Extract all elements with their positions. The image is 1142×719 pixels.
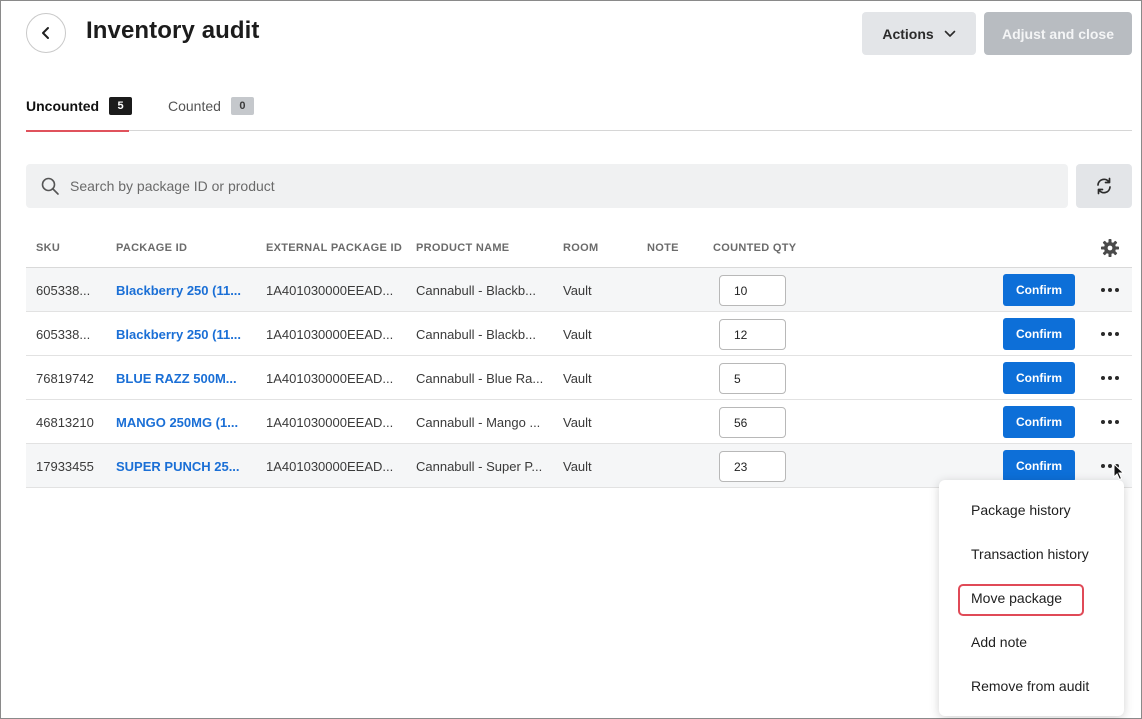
refresh-button[interactable] [1076, 164, 1132, 208]
chevron-down-icon [944, 30, 955, 37]
chevron-left-icon [42, 27, 49, 39]
package-id-link[interactable]: Blackberry 250 (11... [116, 268, 256, 312]
sku-cell: 46813210 [36, 414, 94, 430]
actions-button-label: Actions [882, 25, 934, 42]
search-input[interactable] [70, 178, 970, 194]
product-name-cell: Cannabull - Blackb... [416, 282, 536, 298]
counted-qty-input[interactable]: 56 [719, 407, 786, 438]
package-id-link[interactable]: Blackberry 250 (11... [116, 312, 256, 356]
refresh-icon [1097, 177, 1111, 195]
table-row: 76819742 BLUE RAZZ 500M... 1A401030000EE… [26, 356, 1132, 400]
room-cell: Vault [563, 370, 592, 386]
note-cell [647, 312, 707, 356]
audit-table: SKU PACKAGE ID EXTERNAL PACKAGE ID PRODU… [26, 228, 1132, 488]
tab-bar: Uncounted 5 Counted 0 [26, 81, 1132, 132]
page-title: Inventory audit [86, 17, 260, 44]
external-id-cell: 1A401030000EEAD... [266, 282, 394, 298]
mouse-cursor-icon [1113, 463, 1125, 481]
uncounted-count-badge: 5 [109, 97, 133, 115]
tab-counted[interactable]: Counted 0 [168, 81, 254, 131]
external-id-cell: 1A401030000EEAD... [266, 414, 394, 430]
counted-qty-input[interactable]: 5 [719, 363, 786, 394]
column-header-external-package-id: EXTERNAL PACKAGE ID [266, 242, 403, 254]
search-bar [26, 164, 1068, 208]
column-header-sku: SKU [36, 242, 61, 254]
confirm-button[interactable]: Confirm [1003, 362, 1075, 394]
more-options-icon[interactable] [1096, 280, 1124, 300]
room-cell: Vault [563, 326, 592, 342]
row-actions-menu: Package history Transaction history Move… [939, 480, 1124, 716]
table-row: 605338... Blackberry 250 (11... 1A401030… [26, 268, 1132, 312]
note-cell [647, 400, 707, 444]
column-header-room: ROOM [563, 242, 599, 254]
sku-cell: 76819742 [36, 370, 94, 386]
app-window: Inventory audit Actions Adjust and close… [0, 0, 1142, 719]
note-cell [647, 356, 707, 400]
menu-item-transaction-history[interactable]: Transaction history [971, 546, 1089, 562]
package-id-link[interactable]: MANGO 250MG (1... [116, 400, 256, 444]
menu-item-remove-from-audit[interactable]: Remove from audit [971, 678, 1089, 694]
counted-count-badge: 0 [230, 97, 254, 115]
tab-uncounted-label: Uncounted [26, 98, 100, 114]
package-id-link[interactable]: SUPER PUNCH 25... [116, 444, 256, 488]
column-header-note: NOTE [647, 242, 679, 254]
menu-item-package-history[interactable]: Package history [971, 502, 1071, 518]
back-button[interactable] [26, 13, 66, 53]
room-cell: Vault [563, 458, 592, 474]
product-name-cell: Cannabull - Blue Ra... [416, 370, 544, 386]
product-name-cell: Cannabull - Blackb... [416, 326, 536, 342]
counted-qty-input[interactable]: 12 [719, 319, 786, 350]
menu-item-add-note[interactable]: Add note [971, 634, 1027, 650]
sku-cell: 605338... [36, 282, 91, 298]
search-icon [41, 177, 59, 195]
column-header-package-id: PACKAGE ID [116, 242, 188, 254]
menu-item-move-package[interactable]: Move package [971, 590, 1062, 606]
package-id-link[interactable]: BLUE RAZZ 500M... [116, 356, 256, 400]
more-options-icon[interactable] [1096, 368, 1124, 388]
sku-cell: 605338... [36, 326, 91, 342]
room-cell: Vault [563, 414, 592, 430]
external-id-cell: 1A401030000EEAD... [266, 458, 394, 474]
column-header-counted-qty: COUNTED QTY [713, 242, 797, 254]
actions-button[interactable]: Actions [862, 12, 976, 55]
external-id-cell: 1A401030000EEAD... [266, 370, 394, 386]
more-options-icon[interactable] [1096, 412, 1124, 432]
adjust-and-close-button[interactable]: Adjust and close [984, 12, 1132, 55]
confirm-button[interactable]: Confirm [1003, 274, 1075, 306]
product-name-cell: Cannabull - Mango ... [416, 414, 541, 430]
counted-qty-input[interactable]: 23 [719, 451, 786, 482]
sku-cell: 17933455 [36, 458, 94, 474]
table-row: 46813210 MANGO 250MG (1... 1A401030000EE… [26, 400, 1132, 444]
more-options-icon[interactable] [1096, 324, 1124, 344]
confirm-button[interactable]: Confirm [1003, 450, 1075, 482]
column-header-product-name: PRODUCT NAME [416, 242, 510, 254]
tab-uncounted[interactable]: Uncounted 5 [26, 81, 133, 132]
counted-qty-input[interactable]: 10 [719, 275, 786, 306]
product-name-cell: Cannabull - Super P... [416, 458, 543, 474]
gear-icon[interactable] [1100, 238, 1120, 258]
table-header: SKU PACKAGE ID EXTERNAL PACKAGE ID PRODU… [26, 228, 1132, 268]
note-cell [647, 444, 707, 488]
room-cell: Vault [563, 282, 592, 298]
confirm-button[interactable]: Confirm [1003, 318, 1075, 350]
note-cell [647, 268, 707, 312]
external-id-cell: 1A401030000EEAD... [266, 326, 394, 342]
table-row: 605338... Blackberry 250 (11... 1A401030… [26, 312, 1132, 356]
confirm-button[interactable]: Confirm [1003, 406, 1075, 438]
tab-counted-label: Counted [168, 98, 221, 114]
